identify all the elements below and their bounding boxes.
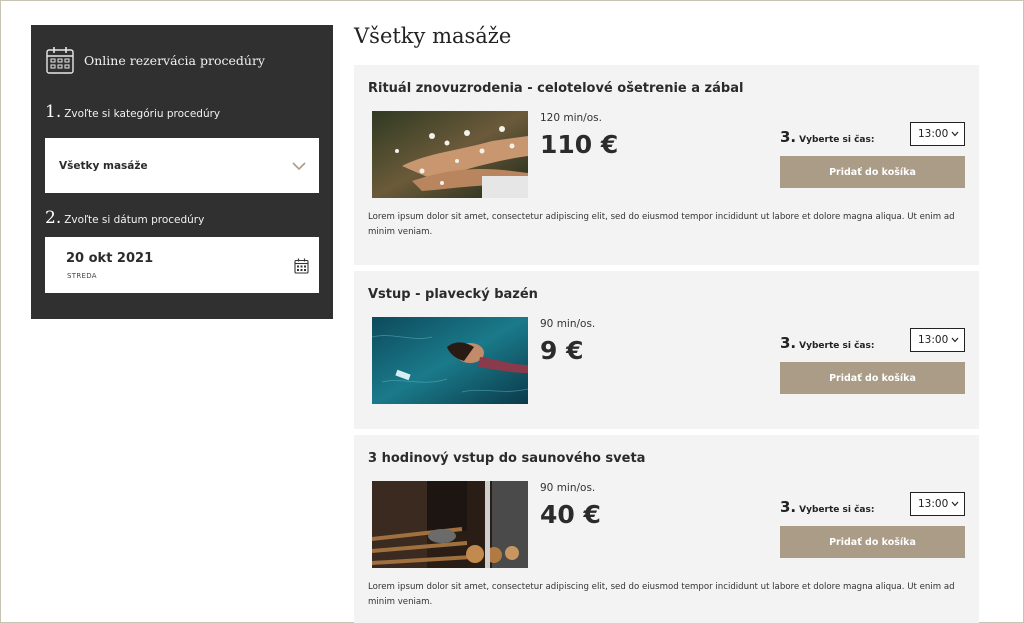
step-category: 1. Zvoľte si kategóriu procedúry xyxy=(45,102,220,122)
step-label: Zvoľte si kategóriu procedúry xyxy=(64,108,221,120)
step-number: 2. xyxy=(45,208,62,228)
step-number: 3. xyxy=(780,334,797,352)
procedure-image xyxy=(372,317,528,404)
procedure-image xyxy=(372,481,528,568)
time-step-label: 3. Vyberte si čas: xyxy=(780,334,874,352)
step-label: Zvoľte si dátum procedúry xyxy=(64,214,205,226)
procedure-description: Lorem ipsum dolor sit amet, consectetur … xyxy=(368,582,955,607)
date-picker-field[interactable]: 20 okt 2021 STREDA xyxy=(45,237,319,293)
procedure-description: Lorem ipsum dolor sit amet, consectetur … xyxy=(368,212,955,237)
day-of-week: STREDA xyxy=(67,272,97,280)
step-date: 2. Zvoľte si dátum procedúry xyxy=(45,208,204,228)
step-label: Vyberte si čas: xyxy=(799,341,875,351)
step-number: 3. xyxy=(780,498,797,516)
step-number: 3. xyxy=(780,128,797,146)
procedure-title: Rituál znovuzrodenia - celotelové ošetre… xyxy=(368,81,744,96)
add-to-cart-button[interactable]: Pridať do košíka xyxy=(780,156,965,188)
procedure-card: Rituál znovuzrodenia - celotelové ošetre… xyxy=(354,65,979,265)
procedure-card: Vstup - plavecký bazén 90 min/os. 9 € 3.… xyxy=(354,271,979,429)
step-label: Vyberte si čas: xyxy=(799,135,875,145)
procedure-price: 110 € xyxy=(540,130,619,159)
sidebar-title: Online rezervácia procedúry xyxy=(84,52,265,68)
time-select[interactable]: 13:00 xyxy=(910,122,965,146)
procedure-card: 3 hodinový vstup do saunového sveta 90 m… xyxy=(354,435,979,623)
chevron-down-icon xyxy=(951,501,959,507)
chevron-down-icon xyxy=(951,337,959,343)
calendar-icon xyxy=(46,47,74,74)
page-title: Všetky masáže xyxy=(354,24,512,48)
time-step-label: 3. Vyberte si čas: xyxy=(780,128,874,146)
category-select-value: Všetky masáže xyxy=(59,159,148,172)
chevron-down-icon xyxy=(951,131,959,137)
add-to-cart-button[interactable]: Pridať do košíka xyxy=(780,526,965,558)
time-select[interactable]: 13:00 xyxy=(910,492,965,516)
time-select[interactable]: 13:00 xyxy=(910,328,965,352)
procedure-title: 3 hodinový vstup do saunového sveta xyxy=(368,451,646,466)
calendar-icon[interactable] xyxy=(294,258,309,274)
add-to-cart-button[interactable]: Pridať do košíka xyxy=(780,362,965,394)
time-select-value: 13:00 xyxy=(918,334,949,346)
step-number: 1. xyxy=(45,102,62,122)
procedure-title: Vstup - plavecký bazén xyxy=(368,287,538,302)
time-step-label: 3. Vyberte si čas: xyxy=(780,498,874,516)
time-select-value: 13:00 xyxy=(918,498,949,510)
date-value: 20 okt 2021 xyxy=(66,251,154,266)
time-select-value: 13:00 xyxy=(918,128,949,140)
procedure-duration: 120 min/os. xyxy=(540,112,602,124)
chevron-down-icon xyxy=(292,161,306,170)
procedure-price: 40 € xyxy=(540,500,601,529)
booking-sidebar: Online rezervácia procedúry 1. Zvoľte si… xyxy=(31,25,333,319)
category-select[interactable]: Všetky masáže xyxy=(45,138,319,193)
step-label: Vyberte si čas: xyxy=(799,505,875,515)
procedure-duration: 90 min/os. xyxy=(540,318,596,330)
procedure-duration: 90 min/os. xyxy=(540,482,596,494)
procedure-image xyxy=(372,111,528,198)
sidebar-header: Online rezervácia procedúry xyxy=(45,45,265,75)
procedure-price: 9 € xyxy=(540,336,584,365)
